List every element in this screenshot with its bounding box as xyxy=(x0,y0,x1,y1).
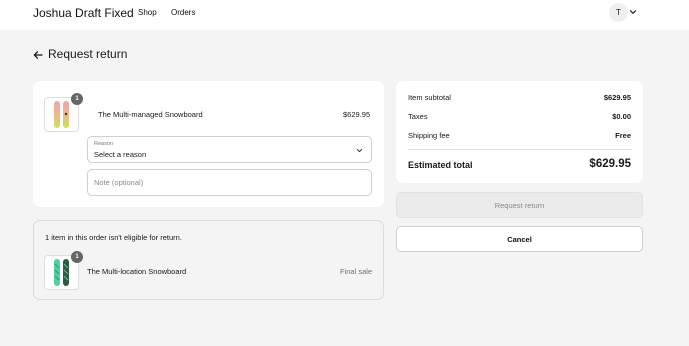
subtotal-label: Item subtotal xyxy=(408,93,451,102)
request-return-button[interactable]: Request return xyxy=(396,192,643,218)
shipping-label: Shipping fee xyxy=(408,131,450,140)
estimated-total-label: Estimated total xyxy=(408,160,473,170)
quantity-badge: 1 xyxy=(71,251,83,263)
arrow-left-icon[interactable] xyxy=(33,50,43,60)
ineligible-items-card xyxy=(33,220,384,300)
product-title: The Multi-managed Snowboard xyxy=(98,110,203,119)
quantity-badge: 1 xyxy=(71,93,83,105)
nav-orders-link[interactable]: Orders xyxy=(171,8,195,17)
taxes-label: Taxes xyxy=(408,112,428,121)
taxes-value: $0.00 xyxy=(612,112,631,121)
reason-label: Reason xyxy=(94,141,113,147)
top-bar: Joshua Draft Fixed Shop Orders T xyxy=(0,0,689,30)
product-price: $629.95 xyxy=(343,110,371,119)
ineligible-message: 1 item in this order isn't eligible for … xyxy=(45,233,182,242)
summary-divider xyxy=(408,149,632,150)
page-title: Request return xyxy=(48,47,128,61)
cancel-button[interactable]: Cancel xyxy=(396,226,643,252)
final-sale-label: Final sale xyxy=(340,267,373,276)
reason-value: Select a reason xyxy=(94,150,147,159)
ineligible-product-title: The Multi-location Snowboard xyxy=(87,267,187,276)
shipping-value: Free xyxy=(615,131,631,140)
estimated-total-value: $629.95 xyxy=(589,158,631,170)
nav-shop-link[interactable]: Shop xyxy=(138,8,157,17)
store-name[interactable]: Joshua Draft Fixed xyxy=(33,6,134,20)
avatar[interactable]: T xyxy=(609,3,628,22)
chevron-down-icon xyxy=(356,148,363,153)
note-input[interactable] xyxy=(87,169,372,196)
subtotal-value: $629.95 xyxy=(603,93,631,102)
reason-select[interactable]: Reason Select a reason xyxy=(87,136,372,163)
chevron-down-icon[interactable] xyxy=(629,8,637,16)
